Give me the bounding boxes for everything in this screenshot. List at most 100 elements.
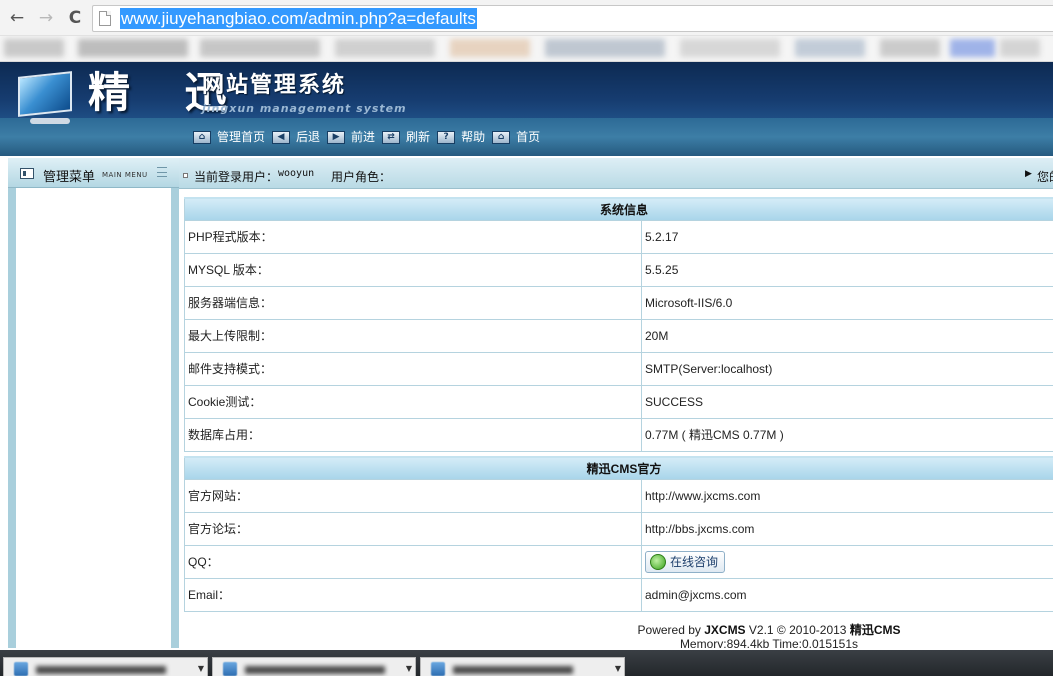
official-info-table: 精迅CMS官方 官方网站： http://www.jxcms.com 官方论坛：… (184, 456, 1053, 612)
table-row: MYSQL 版本： 5.5.25 (184, 252, 1053, 287)
table-row: Email： admin@jxcms.com (184, 577, 1053, 612)
nav-admin-home[interactable]: ⌂ 管理首页 (193, 129, 265, 145)
email-link[interactable]: admin@jxcms.com (641, 577, 1053, 612)
bookmark-item[interactable] (78, 39, 188, 57)
taskbar: ▼ ▼ ▼ (0, 650, 1053, 676)
table-row: 服务器端信息： Microsoft-IIS/6.0 (184, 285, 1053, 320)
forward-icon: ▶ (327, 130, 346, 144)
app-icon (431, 662, 445, 676)
official-info-title: 精迅CMS官方 (184, 456, 1053, 480)
main-panel: 当前登录用户： wooyun 用户角色： ▶ 您的 系统信息 PHP程式版本： … (179, 158, 1053, 648)
logo-subtitle: jingxun management system (202, 102, 407, 115)
reload-button[interactable]: C (64, 7, 86, 29)
info-value: SMTP(Server:localhost) (641, 351, 1053, 386)
bookmarks-bar (0, 36, 1053, 62)
forward-button[interactable]: → (35, 7, 57, 29)
home-icon: ⌂ (492, 130, 511, 144)
taskbar-item[interactable]: ▼ (3, 657, 208, 676)
footer: Powered by JXCMS V2.1 © 2010-2013 精迅CMS … (619, 623, 919, 648)
menu-body (16, 188, 171, 648)
bullet-icon (183, 173, 188, 178)
bookmark-item[interactable] (450, 39, 530, 57)
forum-link[interactable]: http://bbs.jxcms.com (641, 511, 1053, 546)
info-label: 官方网站： (184, 478, 642, 513)
top-navigation: ⌂ 管理首页 ◀ 后退 ▶ 前进 ⇄ 刷新 ? 帮助 ⌂ 首页 (193, 128, 547, 146)
page-icon (99, 11, 111, 26)
info-label: 数据库占用： (184, 417, 642, 452)
table-row: 数据库占用： 0.77M ( 精迅CMS 0.77M ) (184, 417, 1053, 452)
info-value: 5.2.17 (641, 219, 1053, 254)
nav-back[interactable]: ◀ 后退 (272, 129, 320, 145)
system-info-table: 系统信息 PHP程式版本： 5.2.17 MYSQL 版本： 5.5.25 服务… (184, 197, 1053, 452)
menu-subtitle: MAIN MENU (102, 171, 148, 179)
refresh-icon: ⇄ (382, 130, 401, 144)
memory-line: Memory:894.4kb Time:0.015151s (679, 637, 859, 648)
info-label: Email： (184, 577, 642, 612)
online-consult-button[interactable]: 在线咨询 (645, 550, 726, 573)
table-row: 最大上传限制： 20M (184, 318, 1053, 353)
bookmark-item[interactable] (4, 39, 64, 57)
nav-help[interactable]: ? 帮助 (437, 129, 485, 145)
menu-title: 管理菜单 (43, 170, 96, 185)
info-value: 0.77M ( 精迅CMS 0.77M ) (641, 417, 1053, 452)
chevron-down-icon[interactable]: ▼ (403, 663, 415, 675)
taskbar-item-label (245, 666, 385, 674)
powered-by-line: Powered by JXCMS V2.1 © 2010-2013 精迅CMS (619, 623, 919, 637)
info-label: 邮件支持模式： (184, 351, 642, 386)
nav-label: 后退 (296, 130, 321, 144)
bookmark-item[interactable] (880, 39, 940, 57)
logo-title: 网站管理系统 (202, 73, 347, 98)
info-label: Cookie测试： (184, 384, 642, 419)
table-row: Cookie测试： SUCCESS (184, 384, 1053, 419)
info-value: 5.5.25 (641, 252, 1053, 287)
bookmark-item[interactable] (950, 39, 995, 57)
chevron-down-icon[interactable]: ▼ (195, 663, 207, 675)
menu-header: 管理菜单 MAIN MENU (8, 158, 179, 188)
powered-prefix: Powered by (637, 623, 705, 637)
bookmark-item[interactable] (795, 39, 865, 57)
login-label: 当前登录用户： (194, 170, 279, 184)
bookmark-item[interactable] (680, 39, 780, 57)
bookmark-item[interactable] (200, 39, 320, 57)
powered-brand: JXCMS (704, 623, 746, 637)
table-row: QQ： 在线咨询 (184, 544, 1053, 579)
taskbar-item[interactable]: ▼ (212, 657, 416, 676)
app-header: 精 迅 网站管理系统 jingxun management system ⌂ 管… (0, 62, 1053, 156)
nav-label: 帮助 (461, 130, 486, 144)
back-button[interactable]: ← (6, 7, 28, 29)
app-icon (14, 662, 28, 676)
bookmark-item[interactable] (545, 39, 665, 57)
address-bar[interactable]: www.jiuyehangbiao.com/admin.php?a=defaul… (92, 5, 1053, 32)
menu-toggle-icon[interactable] (157, 167, 167, 177)
info-value: 20M (641, 318, 1053, 353)
taskbar-item[interactable]: ▼ (420, 657, 625, 676)
table-row: PHP程式版本： 5.2.17 (184, 219, 1053, 254)
info-label: 最大上传限制： (184, 318, 642, 353)
table-row: 官方网站： http://www.jxcms.com (184, 478, 1053, 513)
app-icon (223, 662, 237, 676)
powered-version: V2.1 © 2010-2013 (745, 623, 850, 637)
chevron-down-icon[interactable]: ▼ (612, 663, 624, 675)
monitor-logo-icon (12, 70, 74, 126)
nav-forward[interactable]: ▶ 前进 (327, 129, 375, 145)
website-link[interactable]: http://www.jxcms.com (641, 478, 1053, 513)
menu-icon (20, 168, 34, 179)
status-bar: 当前登录用户： wooyun 用户角色： ▶ 您的 (179, 158, 1053, 189)
url-text[interactable]: www.jiuyehangbiao.com/admin.php?a=defaul… (120, 8, 477, 29)
info-label: 服务器端信息： (184, 285, 642, 320)
nav-refresh[interactable]: ⇄ 刷新 (382, 129, 430, 145)
bookmark-item[interactable] (1000, 39, 1040, 57)
nav-label: 管理首页 (217, 130, 266, 144)
qq-cell: 在线咨询 (641, 544, 1053, 579)
info-value: SUCCESS (641, 384, 1053, 419)
role-label: 用户角色： (331, 170, 392, 184)
nav-label: 刷新 (406, 130, 431, 144)
bookmark-item[interactable] (335, 39, 435, 57)
table-row: 邮件支持模式： SMTP(Server:localhost) (184, 351, 1053, 386)
nav-site-home[interactable]: ⌂ 首页 (492, 129, 540, 145)
back-icon: ◀ (272, 130, 291, 144)
nav-label: 首页 (516, 130, 541, 144)
info-label: 官方论坛： (184, 511, 642, 546)
table-row: 官方论坛： http://bbs.jxcms.com (184, 511, 1053, 546)
online-consult-label: 在线咨询 (670, 555, 719, 569)
